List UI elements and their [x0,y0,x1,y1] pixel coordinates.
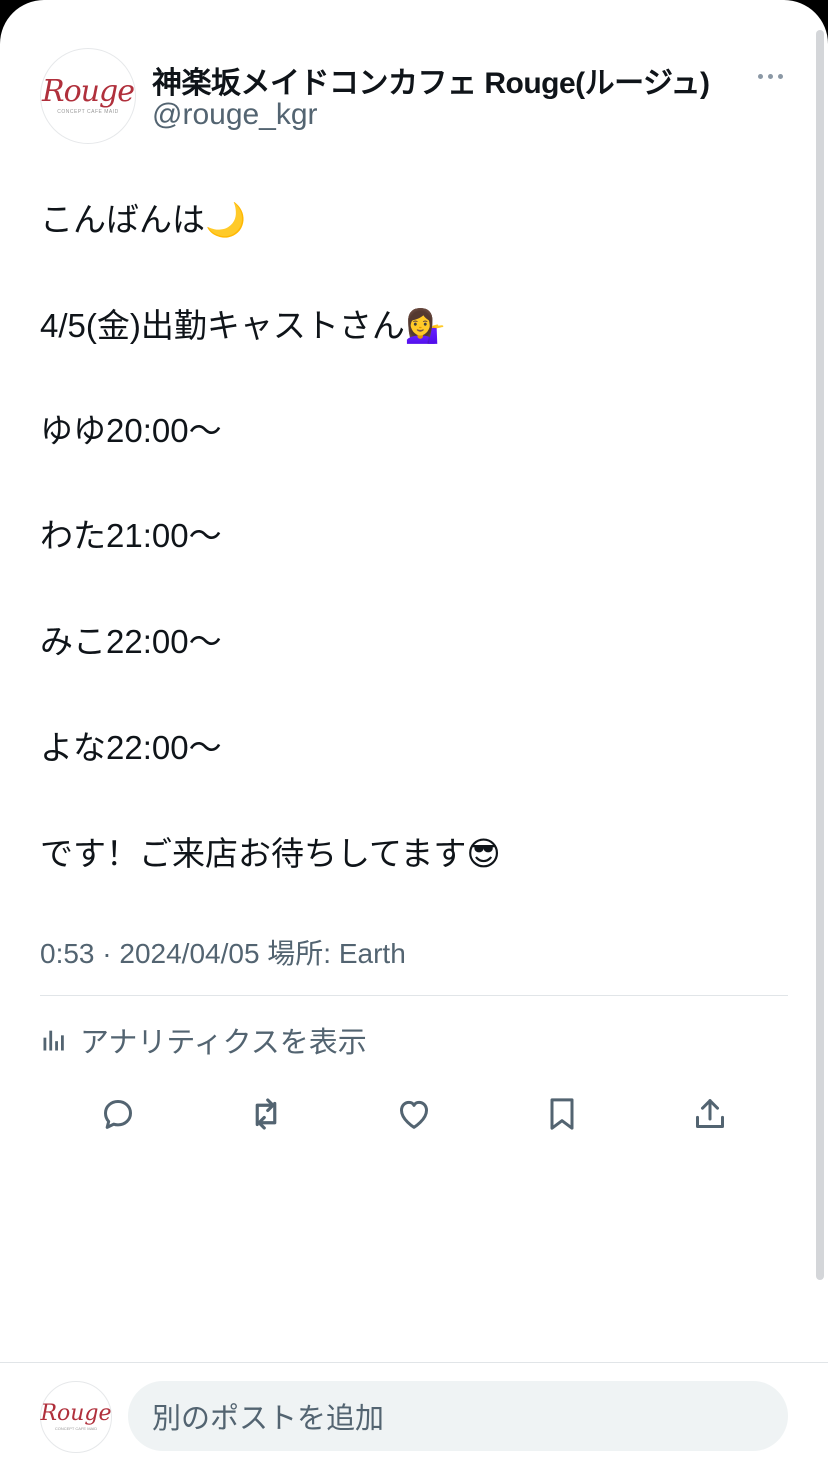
composer-avatar-logo: Rouge [40,1401,112,1426]
bookmark-icon [550,1098,574,1130]
scrollbar[interactable] [816,30,824,1280]
share-button[interactable] [688,1092,732,1136]
like-button[interactable] [392,1092,436,1136]
reply-icon [104,1100,132,1129]
add-post-input[interactable]: 別のポストを追加 [128,1381,788,1451]
author-handle[interactable]: @rouge_kgr [152,98,318,132]
author-display-name[interactable]: 神楽坂メイドコンカフェ Rouge(ルージュ) [152,58,710,102]
post-text-line: みこ22:00〜 [40,623,222,660]
analytics-icon [43,1030,64,1051]
reply-composer-bar: Rouge CONCEPT CAFE MAID 別のポストを追加 [0,1362,828,1472]
avatar-logo-subtext: CONCEPT CAFE MAID [57,109,119,115]
post-detail-sheet: Rouge CONCEPT CAFE MAID 神楽坂メイドコンカフェ Roug… [0,0,828,1472]
repost-icon [255,1098,277,1130]
post-text-line: です！ご来店お待ちしてます😎 [40,835,501,872]
avatar[interactable]: Rouge CONCEPT CAFE MAID [40,48,136,144]
composer-avatar-subtext: CONCEPT CAFE MAID [54,1426,98,1431]
repost-button[interactable] [244,1092,288,1136]
post-text-line: ゆゆ20:00〜 [40,412,222,449]
composer-avatar[interactable]: Rouge CONCEPT CAFE MAID [40,1381,112,1453]
view-analytics-link[interactable]: アナリティクスを表示 [40,1020,367,1060]
reply-button[interactable] [96,1092,140,1136]
more-dot-icon [757,73,763,79]
more-dot-icon [777,73,783,79]
more-dot-icon [767,73,773,79]
divider [40,995,788,996]
more-options-button[interactable] [750,60,790,92]
post-timestamp-location: 0:53 · 2024/04/05 場所: Earth [40,938,406,969]
like-icon [400,1100,428,1129]
bookmark-button[interactable] [540,1092,584,1136]
analytics-label: アナリティクスを表示 [80,1027,367,1059]
avatar-logo: Rouge [42,74,135,109]
post-text-line: わた21:00〜 [40,517,222,554]
post-text-line: よな22:00〜 [40,729,222,766]
post-text-line: こんばんは🌙 [40,201,247,238]
share-icon [696,1099,724,1128]
post-text-line: 4/5(金)出勤キャストさん💁‍♀️ [40,307,446,344]
